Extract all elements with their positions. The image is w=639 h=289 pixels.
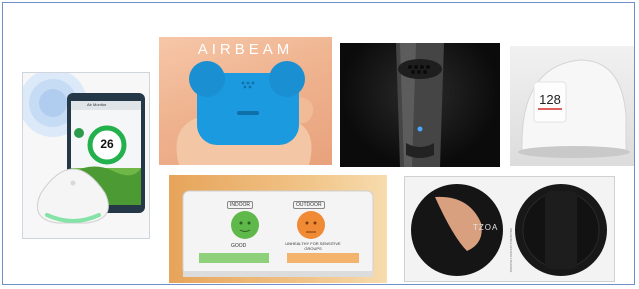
display-illustration bbox=[182, 190, 374, 277]
cylindrical-sensor-photo bbox=[340, 43, 500, 167]
indoor-status-text: GOOD bbox=[231, 243, 247, 249]
wearable-tracker-photo: TZOA WEARABLE ENVIRO-TRACKER bbox=[404, 176, 615, 282]
outdoor-status-text: UNHEALTHY FOR SENSITIVE GROUPS bbox=[285, 241, 341, 251]
back-text: WEARABLE ENVIRO-TRACKER bbox=[509, 228, 513, 273]
pod-illustration bbox=[518, 59, 630, 158]
white-pod-monitor-photo: 128 bbox=[510, 46, 634, 166]
app-header-text: Air Monitor bbox=[87, 102, 107, 107]
pod-reading-text: 128 bbox=[539, 92, 561, 107]
tzoa-brand-text: TZOA bbox=[473, 223, 499, 232]
phone-app-and-triangle-monitor-photo: Air Monitor 26 bbox=[22, 72, 150, 239]
phone-app-illustration bbox=[23, 73, 145, 224]
indoor-outdoor-display-photo: INDOOR OUTDOOR GOOD UNHEALTHY FOR SENSIT… bbox=[169, 175, 387, 283]
airbeam-device-photo: AIRBEAM bbox=[159, 37, 332, 165]
indoor-label: INDOOR bbox=[227, 201, 253, 209]
airbeam-illustration bbox=[176, 61, 314, 165]
aqi-value-text: 26 bbox=[100, 137, 114, 151]
cylinder-illustration bbox=[396, 43, 444, 167]
outdoor-label: OUTDOOR bbox=[293, 201, 325, 209]
